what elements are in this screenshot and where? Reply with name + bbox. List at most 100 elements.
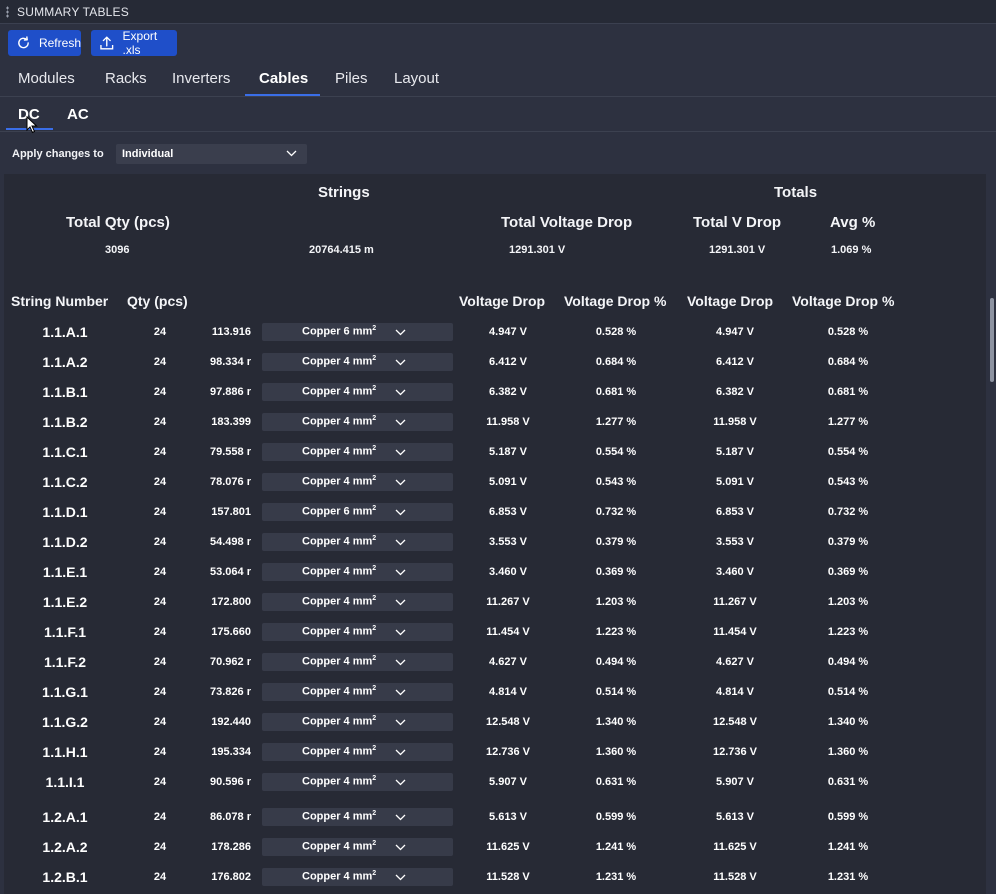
total-voltage-drop-cell: 6.853 V — [716, 506, 754, 518]
string-number-cell: 1.1.G.1 — [42, 684, 88, 700]
main-tabs: Modules Racks Inverters Cables Piles Lay… — [0, 60, 996, 97]
col-string-number: String Number — [11, 293, 109, 309]
string-number-cell: 1.1.E.2 — [42, 594, 88, 610]
string-number-cell: 1.1.H.1 — [42, 744, 88, 760]
chevron-down-icon — [395, 689, 406, 696]
qty-cell: 24 — [153, 356, 167, 368]
string-number-cell: 1.1.A.2 — [42, 354, 88, 370]
export-xls-button[interactable]: Export .xls — [91, 29, 177, 57]
cable-type-select[interactable]: Copper 4 mm2 — [262, 623, 453, 641]
table-row: 1.1.G.1 24 73.826 r Copper 4 mm2 4.814 V 0.51… — [4, 677, 984, 707]
table-row: 1.1.G.2 24 192.440 Copper 4 mm2 12.548 V 1.34… — [4, 707, 984, 737]
squared-sup: 2 — [372, 810, 377, 817]
squared-sup: 2 — [372, 355, 377, 362]
voltage-drop-pct-cell: 1.340 % — [595, 716, 637, 728]
cable-type-select[interactable]: Copper 4 mm2 — [262, 653, 453, 671]
cable-type-value: Copper 4 mm2 — [302, 355, 376, 368]
cable-type-value: Copper 4 mm2 — [302, 840, 376, 853]
voltage-drop-pct-cell: 1.231 % — [595, 871, 637, 883]
table-row: 1.1.C.1 24 79.558 r Copper 4 mm2 5.187 V 0.55… — [4, 437, 984, 467]
voltage-drop-cell: 4.627 V — [489, 656, 527, 668]
cable-type-select[interactable]: Copper 4 mm2 — [262, 473, 453, 491]
cable-type-select[interactable]: Copper 6 mm2 — [262, 503, 453, 521]
tab-modules[interactable]: Modules — [18, 70, 75, 87]
length-cell: 183.399 — [211, 416, 251, 428]
qty-cell: 24 — [153, 476, 167, 488]
total-voltage-drop-cell: 11.267 V — [713, 596, 757, 608]
col-qty: Qty (pcs) — [127, 293, 188, 309]
tab-cables[interactable]: Cables — [259, 70, 308, 87]
voltage-drop-cell: 5.187 V — [489, 446, 527, 458]
qty-cell: 24 — [153, 416, 167, 428]
length-cell: 113.916 — [211, 326, 251, 338]
totals-group-header: Totals — [774, 184, 818, 201]
cable-type-value: Copper 4 mm2 — [302, 870, 376, 883]
cable-type-select[interactable]: Copper 4 mm2 — [262, 413, 453, 431]
cable-type-select[interactable]: Copper 4 mm2 — [262, 593, 453, 611]
cable-type-select[interactable]: Copper 4 mm2 — [262, 563, 453, 581]
chevron-down-icon — [395, 629, 406, 636]
voltage-drop-pct-cell: 0.732 % — [595, 506, 637, 518]
cable-type-select[interactable]: Copper 4 mm2 — [262, 533, 453, 551]
qty-cell: 24 — [153, 506, 167, 518]
voltage-drop-cell: 5.091 V — [489, 476, 527, 488]
apply-changes-select[interactable]: Individual — [116, 144, 307, 164]
length-cell: 195.334 — [211, 746, 251, 758]
col-voltage-drop-pct: Voltage Drop % — [564, 293, 667, 309]
cable-type-select[interactable]: Copper 4 mm2 — [262, 868, 453, 886]
refresh-icon — [18, 36, 29, 49]
cable-type-select[interactable]: Copper 4 mm2 — [262, 773, 453, 791]
squared-sup: 2 — [372, 625, 377, 632]
cable-type-select[interactable]: Copper 4 mm2 — [262, 808, 453, 826]
cable-type-text: Copper 4 mm — [302, 595, 373, 608]
total-voltage-drop-pct-cell: 0.369 % — [827, 566, 869, 578]
total-voltage-drop-pct-cell: 0.514 % — [827, 686, 869, 698]
cable-type-select[interactable]: Copper 4 mm2 — [262, 743, 453, 761]
voltage-drop-cell: 11.958 V — [486, 416, 530, 428]
length-cell: 86.078 r — [210, 811, 251, 823]
qty-cell: 24 — [153, 871, 167, 883]
total-voltage-drop-cell: 11.625 V — [713, 841, 757, 853]
cable-type-value: Copper 6 mm2 — [302, 505, 376, 518]
subtab-ac[interactable]: AC — [67, 106, 89, 123]
refresh-button[interactable]: Refresh — [8, 30, 81, 56]
cable-type-select[interactable]: Copper 6 mm2 — [262, 323, 453, 341]
cable-type-select[interactable]: Copper 4 mm2 — [262, 383, 453, 401]
string-number-cell: 1.1.D.2 — [42, 534, 88, 550]
tab-racks[interactable]: Racks — [105, 70, 147, 87]
chevron-down-icon — [395, 329, 406, 336]
chevron-down-icon — [395, 389, 406, 396]
cable-type-select[interactable]: Copper 4 mm2 — [262, 353, 453, 371]
voltage-drop-cell: 12.736 V — [485, 746, 531, 758]
cable-type-select[interactable]: Copper 4 mm2 — [262, 683, 453, 701]
total-voltage-drop-pct-cell: 0.494 % — [827, 656, 869, 668]
string-number-cell: 1.1.B.2 — [42, 414, 88, 430]
squared-sup: 2 — [372, 745, 377, 752]
length-cell: 157.801 — [211, 506, 251, 518]
cable-type-text: Copper 4 mm — [302, 810, 373, 823]
drag-grip-icon[interactable] — [6, 6, 9, 18]
cable-type-select[interactable]: Copper 4 mm2 — [262, 713, 453, 731]
tab-piles[interactable]: Piles — [335, 70, 368, 87]
total-qty-value: 3096 — [105, 244, 130, 256]
cable-type-select[interactable]: Copper 4 mm2 — [262, 443, 453, 461]
voltage-drop-pct-cell: 0.554 % — [595, 446, 637, 458]
cable-type-text: Copper 4 mm — [302, 745, 373, 758]
cable-type-select[interactable]: Copper 4 mm2 — [262, 838, 453, 856]
table-row: 1.1.I.1 24 90.596 r Copper 4 mm2 5.907 V 0.63… — [4, 767, 984, 797]
voltage-drop-cell: 3.553 V — [489, 536, 527, 548]
cable-type-text: Copper 4 mm — [302, 445, 373, 458]
cable-type-text: Copper 4 mm — [302, 535, 373, 548]
tab-inverters[interactable]: Inverters — [172, 70, 230, 87]
total-voltage-drop-cell: 6.412 V — [716, 356, 754, 368]
total-voltage-drop-cell: 3.553 V — [716, 536, 754, 548]
squared-sup: 2 — [372, 535, 377, 542]
chevron-down-icon — [286, 150, 297, 157]
length-cell: 54.498 r — [210, 536, 251, 548]
total-qty-label: Total Qty (pcs) — [66, 214, 170, 231]
tab-layout[interactable]: Layout — [394, 70, 439, 87]
qty-cell: 24 — [153, 626, 167, 638]
cable-type-value: Copper 6 mm2 — [302, 325, 376, 338]
voltage-drop-pct-cell: 0.631 % — [595, 776, 637, 788]
vertical-scrollbar[interactable] — [990, 298, 994, 382]
